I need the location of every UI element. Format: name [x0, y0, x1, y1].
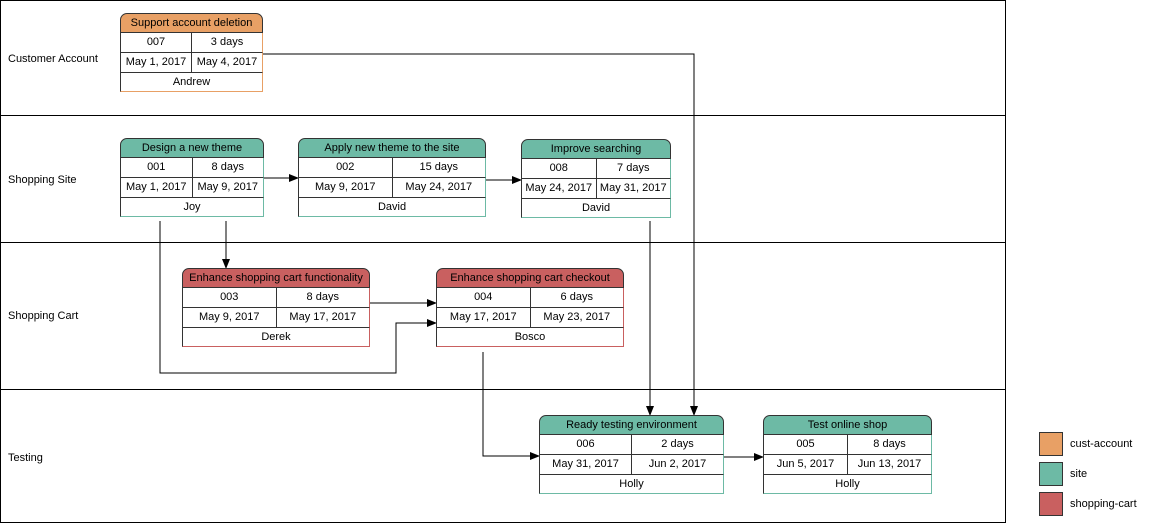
task-title: Support account deletion	[120, 13, 263, 33]
task-owner: Holly	[619, 478, 644, 490]
task-start-date: May 1, 2017	[125, 56, 187, 68]
task-owner: Joy	[183, 201, 201, 213]
task-row-dates: May 31, 2017 Jun 2, 2017	[539, 455, 724, 475]
task-duration: 7 days	[595, 159, 671, 178]
task-id: 004	[474, 291, 493, 303]
task-owner: Holly	[835, 478, 860, 490]
task-duration: 2 days	[631, 435, 723, 454]
task-id: 006	[576, 438, 595, 450]
task-row-id-duration: 004 6 days	[436, 288, 624, 308]
task-start-date: May 31, 2017	[552, 458, 619, 470]
task-title: Improve searching	[521, 139, 671, 159]
task-title: Apply new theme to the site	[298, 138, 486, 158]
task-node[interactable]: Design a new theme 001 8 days May 1, 2017 Ma…	[120, 138, 264, 217]
task-node[interactable]: Enhance shopping cart checkout 004 6 days M…	[436, 268, 624, 347]
task-start-date: May 17, 2017	[449, 311, 517, 323]
task-end-date: May 24, 2017	[391, 178, 486, 197]
task-owner: Andrew	[172, 76, 211, 88]
task-end-date: May 9, 2017	[191, 178, 264, 197]
legend-label: site	[1070, 468, 1088, 480]
task-end-date: May 4, 2017	[191, 53, 262, 72]
legend-swatch	[1039, 492, 1063, 516]
task-end-date: May 23, 2017	[529, 308, 624, 327]
task-row-dates: May 1, 2017 May 4, 2017	[120, 53, 263, 73]
task-node[interactable]: Enhance shopping cart functionality 003 8 …	[182, 268, 370, 347]
task-node[interactable]: Apply new theme to the site 002 15 days May…	[298, 138, 486, 217]
lane-label: Shopping Site	[8, 174, 77, 186]
legend-swatch	[1039, 432, 1063, 456]
task-row-owner: Holly	[539, 475, 724, 494]
task-id: 005	[796, 438, 815, 450]
task-row-id-duration: 003 8 days	[182, 288, 370, 308]
task-row-dates: May 9, 2017 May 17, 2017	[182, 308, 370, 328]
task-title: Enhance shopping cart functionality	[182, 268, 370, 288]
task-start-date: May 9, 2017	[198, 311, 260, 323]
task-id: 007	[146, 36, 166, 48]
task-start-date: May 24, 2017	[525, 182, 593, 194]
task-id: 002	[336, 161, 355, 173]
task-duration: 8 days	[275, 288, 370, 307]
task-title: Design a new theme	[120, 138, 264, 158]
task-node[interactable]: Ready testing environment 006 2 days May 31…	[539, 415, 724, 494]
task-end-date: May 31, 2017	[595, 179, 671, 198]
legend-swatch	[1039, 462, 1063, 486]
task-duration: 8 days	[191, 158, 264, 177]
task-end-date: Jun 2, 2017	[631, 455, 723, 474]
task-duration: 8 days	[847, 435, 931, 454]
legend-item: site	[1039, 462, 1149, 488]
task-duration: 6 days	[529, 288, 624, 307]
task-title: Enhance shopping cart checkout	[436, 268, 624, 288]
task-row-dates: May 9, 2017 May 24, 2017	[298, 178, 486, 198]
task-node[interactable]: Test online shop 005 8 days Jun 5, 2017 Jun …	[763, 415, 932, 494]
task-node[interactable]: Improve searching 008 7 days May 24, 2017 Ma…	[521, 139, 671, 218]
task-row-id-duration: 007 3 days	[120, 33, 263, 53]
task-row-owner: Bosco	[436, 328, 624, 347]
task-id: 008	[549, 162, 568, 174]
lane-label: Customer Account	[8, 53, 98, 65]
task-owner: David	[377, 201, 407, 213]
task-row-dates: May 1, 2017 May 9, 2017	[120, 178, 264, 198]
task-start-date: May 9, 2017	[314, 181, 376, 193]
legend-label: shopping-cart	[1070, 498, 1137, 510]
lane-label: Shopping Cart	[8, 310, 79, 322]
task-end-date: Jun 13, 2017	[847, 455, 931, 474]
task-row-owner: Joy	[120, 198, 264, 217]
task-row-id-duration: 002 15 days	[298, 158, 486, 178]
task-end-date: May 17, 2017	[275, 308, 370, 327]
task-row-owner: Derek	[182, 328, 370, 347]
task-node[interactable]: Support account deletion 007 3 days May 1, …	[120, 13, 263, 92]
task-row-id-duration: 001 8 days	[120, 158, 264, 178]
task-title: Ready testing environment	[539, 415, 724, 435]
task-row-id-duration: 006 2 days	[539, 435, 724, 455]
task-row-id-duration: 005 8 days	[763, 435, 932, 455]
task-start-date: May 1, 2017	[125, 181, 187, 193]
task-row-id-duration: 008 7 days	[521, 159, 671, 179]
task-row-owner: David	[521, 199, 671, 218]
legend-item: cust-account	[1039, 432, 1149, 458]
task-id: 003	[220, 291, 239, 303]
task-row-dates: May 24, 2017 May 31, 2017	[521, 179, 671, 199]
task-row-dates: May 17, 2017 May 23, 2017	[436, 308, 624, 328]
task-title: Test online shop	[763, 415, 932, 435]
legend-item: shopping-cart	[1039, 492, 1149, 518]
task-duration: 3 days	[191, 33, 262, 52]
task-row-owner: Andrew	[120, 73, 263, 92]
lane-label: Testing	[8, 452, 43, 464]
task-owner: Derek	[261, 331, 291, 343]
task-id: 001	[147, 161, 166, 173]
task-row-dates: Jun 5, 2017 Jun 13, 2017	[763, 455, 932, 475]
task-row-owner: David	[298, 198, 486, 217]
legend-label: cust-account	[1070, 438, 1133, 450]
task-row-owner: Holly	[763, 475, 932, 494]
task-owner: Bosco	[514, 331, 546, 343]
task-start-date: Jun 5, 2017	[776, 458, 835, 470]
task-duration: 15 days	[391, 158, 486, 177]
task-owner: David	[581, 202, 611, 214]
